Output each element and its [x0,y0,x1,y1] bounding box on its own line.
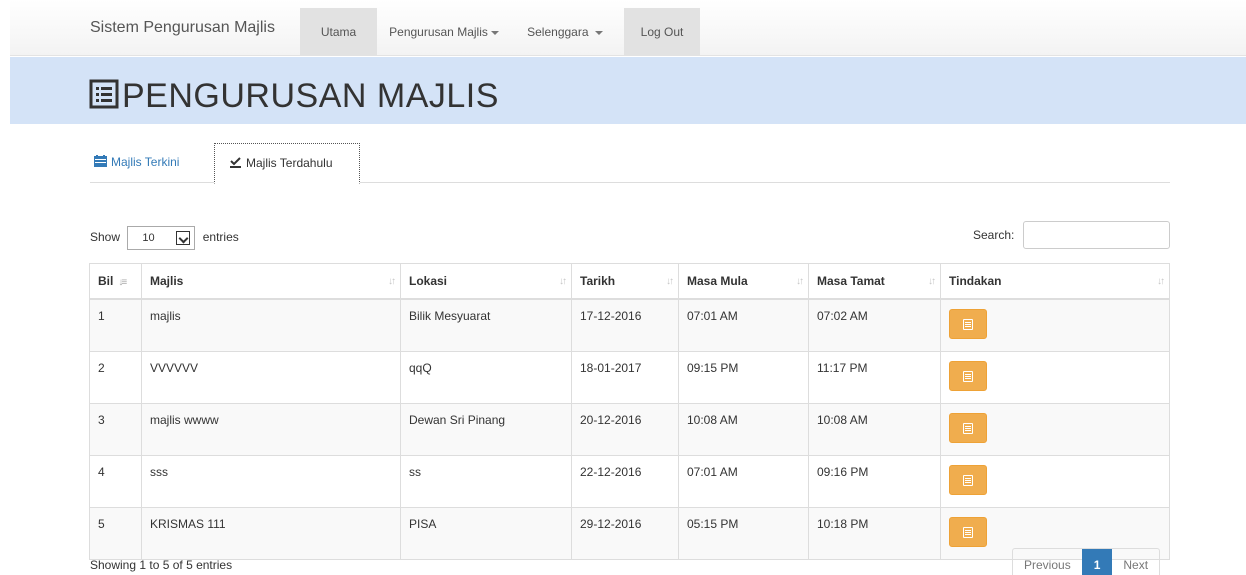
tab-majlis-terdahulu[interactable]: Majlis Terdahulu [214,143,360,184]
cell-majlis: sss [141,454,401,508]
cell-bil: 3 [89,402,142,456]
cell-masa-tamat: 07:02 AM [808,298,941,352]
majlis-table: Bil ↓≡ Majlis ↓↑ Lokasi ↓↑ Tarikh ↓↑ Masa Mu… [89,263,1170,560]
cell-tindakan [940,402,1170,456]
cell-lokasi: ss [400,454,572,508]
caret-down-icon [490,30,499,35]
nav-item-utama[interactable]: Utama [300,8,377,56]
column-header-masa-tamat[interactable]: Masa Tamat ↓↑ [808,263,941,300]
view-details-button[interactable] [949,360,987,391]
sort-icon: ↓↑ [666,276,674,287]
entries-select[interactable]: 10 [127,226,196,250]
tab-label: Majlis Terkini [111,155,180,169]
cell-bil: 1 [89,298,142,352]
navbar: Sistem Pengurusan Majlis Utama Pengurusa… [10,0,1246,56]
column-header-majlis[interactable]: Majlis ↓↑ [141,263,401,300]
cell-bil: 5 [89,506,142,560]
nav-item-log-out[interactable]: Log Out [624,8,700,56]
sort-icon: ↓↑ [388,276,396,287]
list-alt-icon [963,526,973,538]
view-details-button[interactable] [949,412,987,443]
cell-tarikh: 22-12-2016 [571,454,679,508]
page-title: PENGURUSAN MAJLIS [122,77,499,115]
cell-bil: 2 [89,350,142,404]
table-row: 4 sss ss 22-12-2016 07:01 AM 09:16 PM [89,454,1170,508]
nav-item-selenggara[interactable]: Selenggara [510,8,620,56]
cell-masa-tamat: 11:17 PM [808,350,941,404]
view-details-button[interactable] [949,464,987,495]
cell-masa-tamat: 10:08 AM [808,402,941,456]
search-label: Search: [973,228,1015,242]
cell-tarikh: 29-12-2016 [571,506,679,560]
show-label: Show [90,230,121,245]
cell-majlis: majlis wwww [141,402,401,456]
sort-icon: ↓↑ [928,276,936,287]
tab-label: Majlis Terdahulu [246,156,333,170]
cell-majlis: majlis [141,298,401,352]
cell-lokasi: Dewan Sri Pinang [400,402,572,456]
page-1-button[interactable]: 1 [1081,549,1113,575]
list-alt-icon [963,422,973,434]
previous-button[interactable]: Previous [1013,549,1082,575]
table-row: 2 VVVVVV qqQ 18-01-2017 09:15 PM 11:17 P… [89,350,1170,404]
entries-select-value: 10 [142,232,155,244]
table-row: 3 majlis wwww Dewan Sri Pinang 20-12-201… [89,402,1170,456]
cell-majlis: VVVVVV [141,350,401,404]
cell-tindakan [940,350,1170,404]
column-header-bil[interactable]: Bil ↓≡ [89,263,142,300]
list-alt-icon [89,79,119,109]
table-header-row: Bil ↓≡ Majlis ↓↑ Lokasi ↓↑ Tarikh ↓↑ Masa Mu… [89,263,1170,300]
cell-lokasi: Bilik Mesyuarat [400,298,572,352]
cell-tarikh: 17-12-2016 [571,298,679,352]
view-details-button[interactable] [949,308,987,339]
calendar-icon [94,155,107,167]
cell-masa-mula: 05:15 PM [678,506,809,560]
chevron-down-icon [176,231,191,245]
table-info: Showing 1 to 5 of 5 entries [90,558,233,572]
caret-down-icon [594,30,603,35]
cell-masa-mula: 07:01 AM [678,454,809,508]
cell-masa-mula: 09:15 PM [678,350,809,404]
sort-asc-icon: ↓≡ [118,276,127,288]
nav-item-label: Pengurusan Majlis [389,25,488,39]
sort-icon: ↓↑ [796,276,804,287]
list-alt-icon [963,318,973,330]
cell-tarikh: 20-12-2016 [571,402,679,456]
next-button[interactable]: Next [1112,549,1159,575]
list-alt-icon [963,370,973,382]
cell-tarikh: 18-01-2017 [571,350,679,404]
cell-masa-tamat: 10:18 PM [808,506,941,560]
list-alt-icon [963,474,973,486]
table-row: 1 majlis Bilik Mesyuarat 17-12-2016 07:0… [89,298,1170,352]
column-header-tarikh[interactable]: Tarikh ↓↑ [571,263,679,300]
entries-label: entries [202,230,239,245]
cell-lokasi: PISA [400,506,572,560]
check-square-icon [230,157,241,168]
entries-length-control: Show 10 entries [90,226,239,250]
cell-bil: 4 [89,454,142,508]
cell-tindakan [940,298,1170,352]
nav-item-label: Utama [320,25,357,39]
cell-masa-tamat: 09:16 PM [808,454,941,508]
cell-masa-mula: 10:08 AM [678,402,809,456]
nav-item-label: Selenggara [527,25,589,39]
tab-majlis-terkini[interactable]: Majlis Terkini [94,143,179,183]
nav-item-pengurusan-majlis[interactable]: Pengurusan Majlis [380,8,508,56]
cell-majlis: KRISMAS 111 [141,506,401,560]
cell-lokasi: qqQ [400,350,572,404]
column-header-lokasi[interactable]: Lokasi ↓↑ [400,263,572,300]
table-row: 5 KRISMAS 111 PISA 29-12-2016 05:15 PM 1… [89,506,1170,560]
cell-tindakan [940,454,1170,508]
nav-item-label: Log Out [640,25,684,39]
column-header-masa-mula[interactable]: Masa Mula ↓↑ [678,263,809,300]
cell-masa-mula: 07:01 AM [678,298,809,352]
column-header-tindakan[interactable]: Tindakan ↓↑ [940,263,1170,300]
brand[interactable]: Sistem Pengurusan Majlis [90,0,275,56]
view-details-button[interactable] [949,516,987,547]
pagination: Previous 1 Next [1012,548,1161,575]
sort-icon: ↓↑ [1157,276,1165,287]
search-input[interactable] [1023,221,1170,249]
sort-icon: ↓↑ [559,276,567,287]
